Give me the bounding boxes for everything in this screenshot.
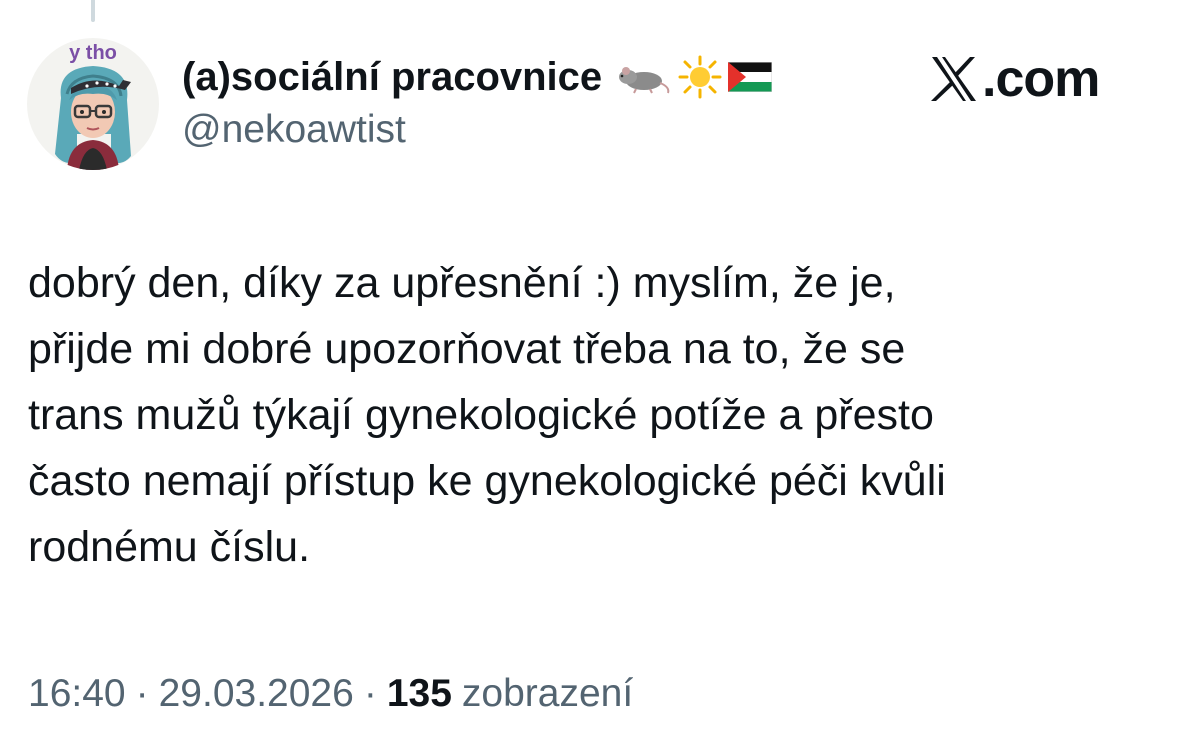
tweet-text-line: přijde mi dobré upozorňovat třeba na to,… (28, 325, 906, 373)
author-name-text: (a)sociální pracovnice (182, 54, 603, 99)
views-label[interactable]: zobrazení (462, 672, 633, 716)
palestine-flag-emoji-icon (728, 62, 773, 92)
meta-separator: · (363, 672, 377, 715)
tweet-text-line: často nemají přístup ke gynekologické pé… (28, 457, 946, 505)
views-count[interactable]: 135 (387, 672, 452, 716)
tweet-date[interactable]: 29.03.2026 (159, 672, 354, 716)
meta-separator: · (135, 672, 149, 715)
avatar[interactable]: y tho (27, 38, 159, 170)
tweet-metadata: 16:40 · 29.03.2026 · 135 zobrazení (28, 672, 633, 716)
thread-connector-line (91, 0, 95, 22)
tweet-text-line: dobrý den, díky za upřesnění :) myslím, … (28, 259, 896, 307)
tweet-text-line: trans mužů týkají gynekologické potíže a… (28, 391, 934, 439)
tweet-time[interactable]: 16:40 (28, 672, 126, 716)
author-handle[interactable]: @nekoawtist (182, 108, 406, 152)
avatar-caption: y tho (69, 42, 117, 64)
tweet-text-line: rodnému číslu. (28, 523, 311, 571)
tweet-text: dobrý den, díky za upřesnění :) myslím, … (28, 250, 1138, 580)
sun-emoji-icon (678, 55, 722, 99)
brand-domain-text: .com (982, 50, 1100, 108)
author-emoji-badges (616, 55, 773, 99)
brand-watermark: .com (928, 48, 1100, 110)
x-logo-icon (931, 57, 976, 101)
rat-emoji-icon (619, 67, 670, 94)
author-display-name[interactable]: (a)sociální pracovnice (182, 52, 773, 102)
